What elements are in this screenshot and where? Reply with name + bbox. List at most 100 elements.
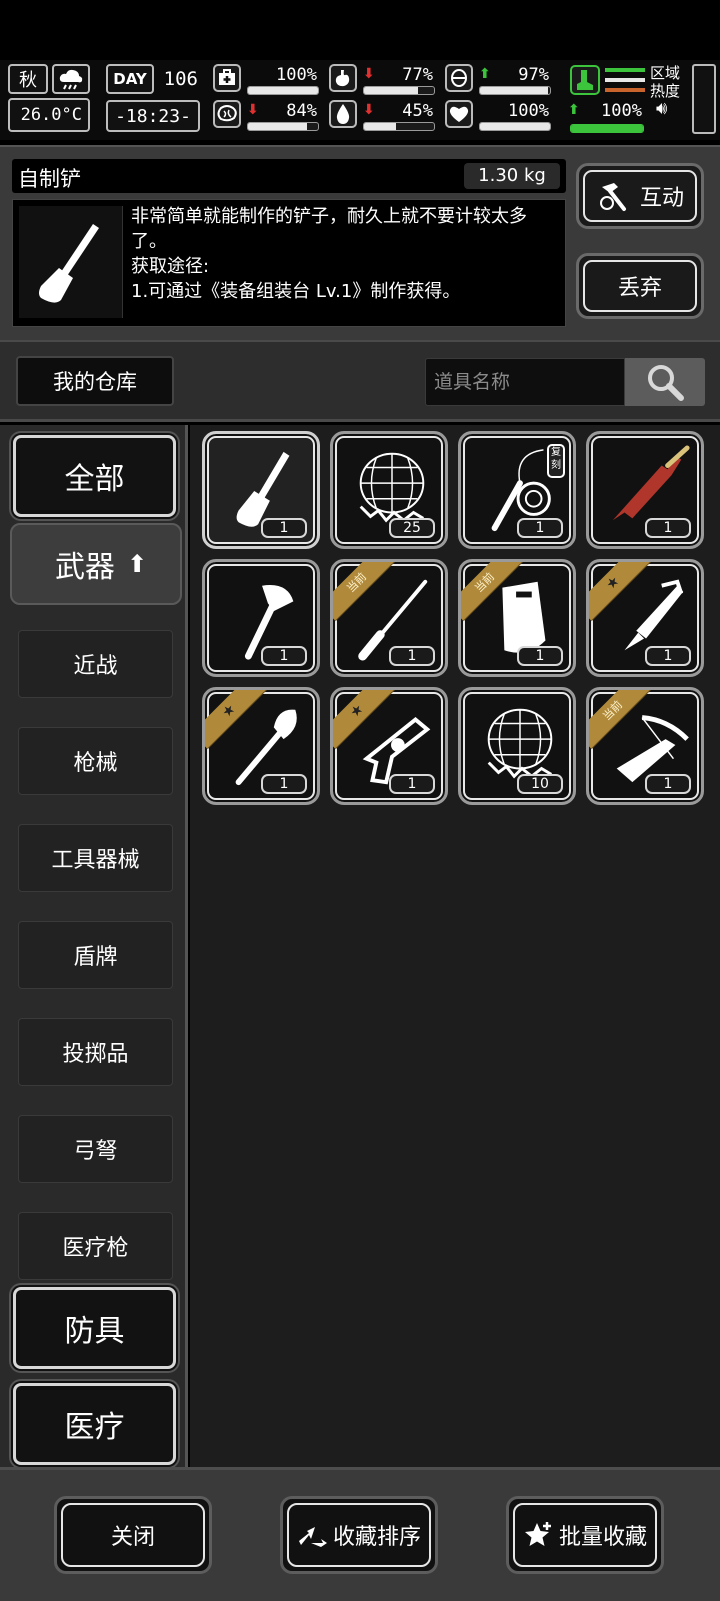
stamina-value: 97% — [518, 65, 549, 85]
area-heat: 区域 热度 🔊︎ — [650, 64, 690, 132]
season-label: 秋 — [19, 70, 37, 91]
inventory-slot[interactable]: 10 — [458, 687, 576, 805]
subcategory-label: 医疗枪 — [62, 1236, 129, 1261]
inventory-slot[interactable]: ★ 1 — [586, 559, 704, 677]
subcategory-label: 枪械 — [73, 751, 118, 776]
inventory-slot[interactable]: 当前 1 — [586, 687, 704, 805]
discard-label: 丢弃 — [617, 276, 662, 301]
leg-bar — [570, 124, 644, 133]
item-count: 1 — [389, 646, 435, 666]
day-label: DAY — [113, 70, 147, 88]
inventory-slot[interactable]: ★ 1 — [202, 687, 320, 805]
discard-button[interactable]: 丢弃 — [576, 253, 704, 319]
hunger-bar — [363, 86, 435, 95]
inventory-slot[interactable]: 当前 1 — [330, 559, 448, 677]
shovel-icon — [39, 224, 99, 303]
subcategory-item[interactable]: 工具器械 — [18, 824, 173, 892]
subcategory-item[interactable]: 投掷品 — [18, 1018, 173, 1086]
subcategory-label: 近战 — [73, 654, 118, 679]
search-button[interactable] — [625, 358, 705, 406]
clock-display: -18:23- — [106, 100, 200, 132]
category-sidebar[interactable]: 全部 武器 ⬆ 近战枪械工具器械盾牌投掷品弓弩医疗枪 防具 医疗 — [0, 425, 188, 1467]
search-icon — [648, 365, 684, 401]
subcategory-label: 盾牌 — [73, 945, 118, 970]
item-grid: 1 25 复刻 1 1 1 当前 1 当前 1 ★ 1 ★ 1 ★ 1 10 当前 1 — [190, 425, 720, 1467]
close-label: 关闭 — [110, 1525, 155, 1550]
area-heat-label-1: 区域 — [650, 64, 681, 82]
replica-tag: 复刻 — [547, 444, 565, 478]
close-button[interactable]: 关闭 — [54, 1496, 212, 1574]
sort-arrows-icon — [298, 1527, 327, 1547]
item-count: 25 — [389, 518, 435, 538]
subcategory-item[interactable]: 枪械 — [18, 727, 173, 795]
sanity-bar — [247, 122, 319, 131]
area-heat-meter — [692, 64, 716, 134]
category-weapons-label: 武器 — [54, 550, 115, 585]
inventory-slot[interactable]: 当前 1 — [458, 559, 576, 677]
lungs-icon — [445, 64, 473, 92]
interact-label: 互动 — [639, 186, 684, 211]
health-value: 100% — [276, 65, 317, 85]
batch-label: 批量收藏 — [558, 1525, 647, 1550]
day-badge: DAY — [106, 64, 154, 94]
category-medical[interactable]: 医疗 — [13, 1383, 176, 1465]
category-weapons[interactable]: 武器 ⬆ — [10, 523, 182, 605]
item-count: 1 — [261, 774, 307, 794]
season-badge: 秋 — [8, 64, 48, 94]
search-input[interactable] — [425, 358, 625, 406]
subcategory-label: 弓弩 — [73, 1139, 118, 1164]
item-count: 1 — [389, 774, 435, 794]
day-number: 106 — [163, 68, 198, 90]
item-count: 1 — [645, 774, 691, 794]
subcategory-item[interactable]: 医疗枪 — [18, 1212, 173, 1280]
leg-trend-arrow: ⬆ — [568, 102, 580, 118]
inventory-slot[interactable]: ★ 1 — [330, 687, 448, 805]
temperature-value: 26.0°C — [20, 105, 82, 125]
brain-icon — [213, 100, 241, 128]
heart-icon — [445, 100, 473, 128]
speaker-icon[interactable]: 🔊︎ — [656, 100, 690, 118]
leg-icon — [570, 65, 600, 95]
category-all[interactable]: 全部 — [13, 435, 176, 517]
category-all-label: 全部 — [64, 462, 125, 497]
item-name: 自制铲 — [18, 167, 81, 191]
thirst-bar — [363, 122, 435, 131]
inventory-slot[interactable]: 1 — [586, 431, 704, 549]
bottom-toolbar: 关闭 收藏排序 批量收藏 — [0, 1467, 720, 1601]
subcategory-item[interactable]: 近战 — [18, 630, 173, 698]
status-lines-icon — [605, 68, 645, 96]
item-count: 1 — [261, 518, 307, 538]
subcategory-item[interactable]: 弓弩 — [18, 1115, 173, 1183]
hunger-value: 77% — [402, 65, 433, 85]
warehouse-title-label: 我的仓库 — [53, 370, 137, 394]
warehouse-title: 我的仓库 — [16, 356, 174, 406]
inventory-slot[interactable]: 25 — [330, 431, 448, 549]
item-thumbnail — [19, 206, 123, 318]
mood-bar — [479, 122, 551, 131]
category-armor[interactable]: 防具 — [13, 1287, 176, 1369]
item-detail-panel: 自制铲 1.30 kg 非常简单就能制作的铲子，耐久上就不要计较太多了。 获取途… — [0, 145, 720, 340]
sanity-value: 84% — [286, 101, 317, 121]
interact-button[interactable]: 互动 — [576, 163, 704, 229]
item-name-bar: 自制铲 1.30 kg — [12, 159, 566, 193]
inventory-slot[interactable]: 复刻 1 — [458, 431, 576, 549]
subcategory-label: 工具器械 — [51, 848, 140, 873]
leg-value: 100% — [601, 101, 642, 121]
collapse-arrow-icon: ⬆ — [126, 550, 148, 578]
star-plus-icon — [524, 1522, 551, 1546]
batch-favorite-button[interactable]: 批量收藏 — [506, 1496, 664, 1574]
water-drop-icon — [329, 100, 357, 128]
weather-icon — [52, 64, 90, 94]
inventory-slot[interactable]: 1 — [202, 559, 320, 677]
subcategory-item[interactable]: 盾牌 — [18, 921, 173, 989]
inventory-slot[interactable]: 1 — [202, 431, 320, 549]
stamina-bar — [479, 86, 551, 95]
category-medical-label: 医疗 — [64, 1410, 125, 1445]
item-count: 10 — [517, 774, 563, 794]
status-bar: 秋 26.0°C DAY 106 -18:23- 100% ⬇ 77% ⬆ 97% ⬇ 84… — [0, 60, 720, 140]
item-description: 非常简单就能制作的铲子，耐久上就不要计较太多了。 获取途径: 1.可通过《装备组… — [131, 206, 527, 302]
temperature-display: 26.0°C — [8, 98, 90, 132]
health-bar — [247, 86, 319, 95]
sort-favorites-button[interactable]: 收藏排序 — [280, 1496, 438, 1574]
item-count: 1 — [517, 646, 563, 666]
